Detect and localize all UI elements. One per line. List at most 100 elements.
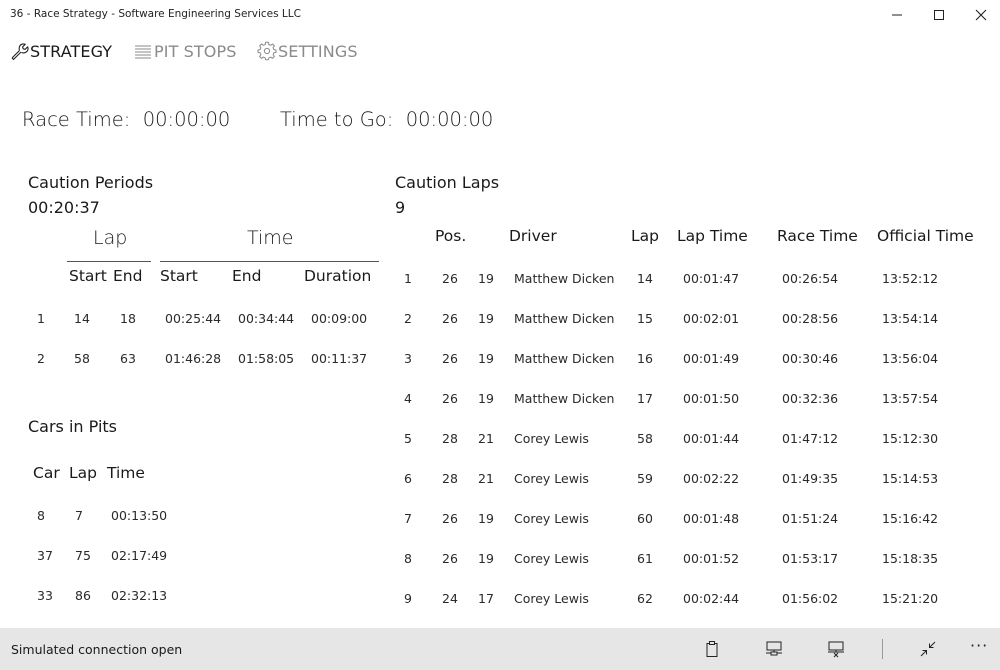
pit-car: 8 (37, 508, 45, 523)
caution-laps-count: 9 (395, 198, 406, 217)
caution-lap-lap: 58 (637, 431, 653, 446)
tab-settings-label: SETTINGS (278, 41, 358, 61)
caution-lap-car: 17 (478, 591, 494, 606)
caution-lap-index: 8 (404, 551, 412, 566)
clipboard-button[interactable] (700, 637, 724, 661)
caution-lap-car: 19 (478, 391, 494, 406)
caution-col-duration: Duration (304, 267, 372, 285)
caution-lap-pos: 26 (442, 351, 458, 366)
caution-lap-official-time: 15:18:35 (882, 551, 939, 566)
caution-period-lap-start: 14 (74, 311, 90, 326)
cars-in-pits-title: Cars in Pits (28, 417, 117, 436)
caution-lap-car: 19 (478, 311, 494, 326)
caution-lap-index: 2 (404, 311, 412, 326)
caution-lap-pos: 26 (442, 551, 458, 566)
caution-lap-pos: 26 (442, 271, 458, 286)
caution-period-time-start: 01:46:28 (165, 351, 222, 366)
caution-lap-index: 3 (404, 351, 412, 366)
caution-lap-driver: Matthew Dicken (514, 391, 615, 406)
caution-lap-lap: 60 (637, 511, 653, 526)
caution-lap-race-time: 01:51:24 (782, 511, 839, 526)
race-time: Race Time: 00:00:00 (22, 108, 230, 131)
caution-lap-lap-time: 00:02:44 (683, 591, 740, 606)
laps-col-lap: Lap (631, 227, 659, 245)
caution-lap-index: 6 (404, 471, 412, 486)
caution-lap-index: 4 (404, 391, 412, 406)
caution-period-period-number: 1 (37, 311, 45, 326)
caution-lap-lap: 17 (637, 391, 653, 406)
caution-lap-driver: Matthew Dicken (514, 311, 615, 326)
pit-lap: 86 (75, 588, 91, 603)
caution-period-duration: 00:09:00 (311, 311, 368, 326)
caution-col-lap-start: Start (69, 267, 107, 285)
caution-lap-driver: Matthew Dicken (514, 271, 615, 286)
caution-lap-driver: Corey Lewis (514, 591, 589, 606)
caution-lap-lap-time: 00:02:01 (683, 311, 740, 326)
tab-strategy[interactable]: STRATEGY (9, 39, 112, 63)
caution-lap-lap: 61 (637, 551, 653, 566)
caution-col-lap-end: End (113, 267, 143, 285)
caution-lap-lap-time: 00:02:22 (683, 471, 740, 486)
connection-status: Simulated connection open (11, 642, 183, 657)
caution-lap-race-time: 00:28:56 (782, 311, 839, 326)
caution-lap-official-time: 15:14:53 (882, 471, 939, 486)
caution-period-duration: 00:11:37 (311, 351, 368, 366)
caution-time-group-header: Time (247, 227, 294, 249)
caution-lap-index: 9 (404, 591, 412, 606)
pits-col-car: Car (33, 464, 60, 482)
minimize-button[interactable] (874, 0, 920, 30)
caution-period-lap-end: 18 (120, 311, 136, 326)
tab-strategy-label: STRATEGY (30, 41, 113, 61)
caution-lap-lap: 15 (637, 311, 653, 326)
network-connect-icon (766, 641, 782, 656)
caution-periods-title: Caution Periods (28, 173, 154, 192)
maximize-button[interactable] (916, 0, 962, 30)
caution-lap-race-time: 00:32:36 (782, 391, 839, 406)
caution-lap-lap-time: 00:01:44 (683, 431, 740, 446)
caution-lap-pos: 26 (442, 511, 458, 526)
laps-col-race-time: Race Time (777, 227, 858, 245)
caution-lap-car: 21 (478, 431, 494, 446)
more-options-button[interactable]: ··· (970, 636, 988, 655)
disconnect-button[interactable] (824, 637, 848, 661)
caution-periods-total: 00:20:37 (28, 198, 100, 217)
caution-period-time-end: 01:58:05 (238, 351, 295, 366)
caution-lap-pos: 26 (442, 311, 458, 326)
caution-lap-official-time: 13:57:54 (882, 391, 939, 406)
caution-lap-pos: 24 (442, 591, 458, 606)
connect-button[interactable] (762, 637, 786, 661)
caution-lap-lap-time: 00:01:47 (683, 271, 740, 286)
caution-lap-car: 19 (478, 511, 494, 526)
caution-lap-driver: Corey Lewis (514, 511, 589, 526)
caution-lap-lap-time: 00:01:49 (683, 351, 740, 366)
compact-view-button[interactable] (916, 637, 940, 661)
caution-lap-index: 7 (404, 511, 412, 526)
caution-lap-official-time: 13:52:12 (882, 271, 939, 286)
caution-lap-index: 5 (404, 431, 412, 446)
caution-period-period-number: 2 (37, 351, 45, 366)
race-time-value: 00:00:00 (142, 108, 231, 131)
caution-lap-race-time: 01:53:17 (782, 551, 839, 566)
caution-period-lap-end: 63 (120, 351, 136, 366)
caution-lap-group-header: Lap (93, 227, 128, 249)
caution-lap-car: 21 (478, 471, 494, 486)
caution-period-lap-start: 58 (74, 351, 90, 366)
caution-lap-pos: 28 (442, 431, 458, 446)
status-bar-divider (882, 639, 883, 659)
pit-lap: 7 (75, 508, 83, 523)
collapse-arrows-icon (920, 641, 936, 657)
caution-lap-driver: Corey Lewis (514, 551, 589, 566)
tab-settings[interactable]: SETTINGS (257, 39, 358, 63)
pits-col-time: Time (107, 464, 145, 482)
tab-pit-stops[interactable]: PIT STOPS (133, 39, 236, 63)
tab-pit-stops-label: PIT STOPS (154, 41, 237, 61)
laps-col-driver: Driver (509, 227, 557, 245)
caution-lap-race-time: 01:47:12 (782, 431, 839, 446)
close-button[interactable] (958, 0, 1000, 30)
caution-lap-car: 19 (478, 271, 494, 286)
caution-lap-car: 19 (478, 551, 494, 566)
race-time-label: Race Time: (22, 108, 131, 131)
status-bar: Simulated connection open ··· (0, 628, 1000, 670)
caution-lap-race-time: 01:49:35 (782, 471, 839, 486)
caution-lap-lap: 14 (637, 271, 653, 286)
